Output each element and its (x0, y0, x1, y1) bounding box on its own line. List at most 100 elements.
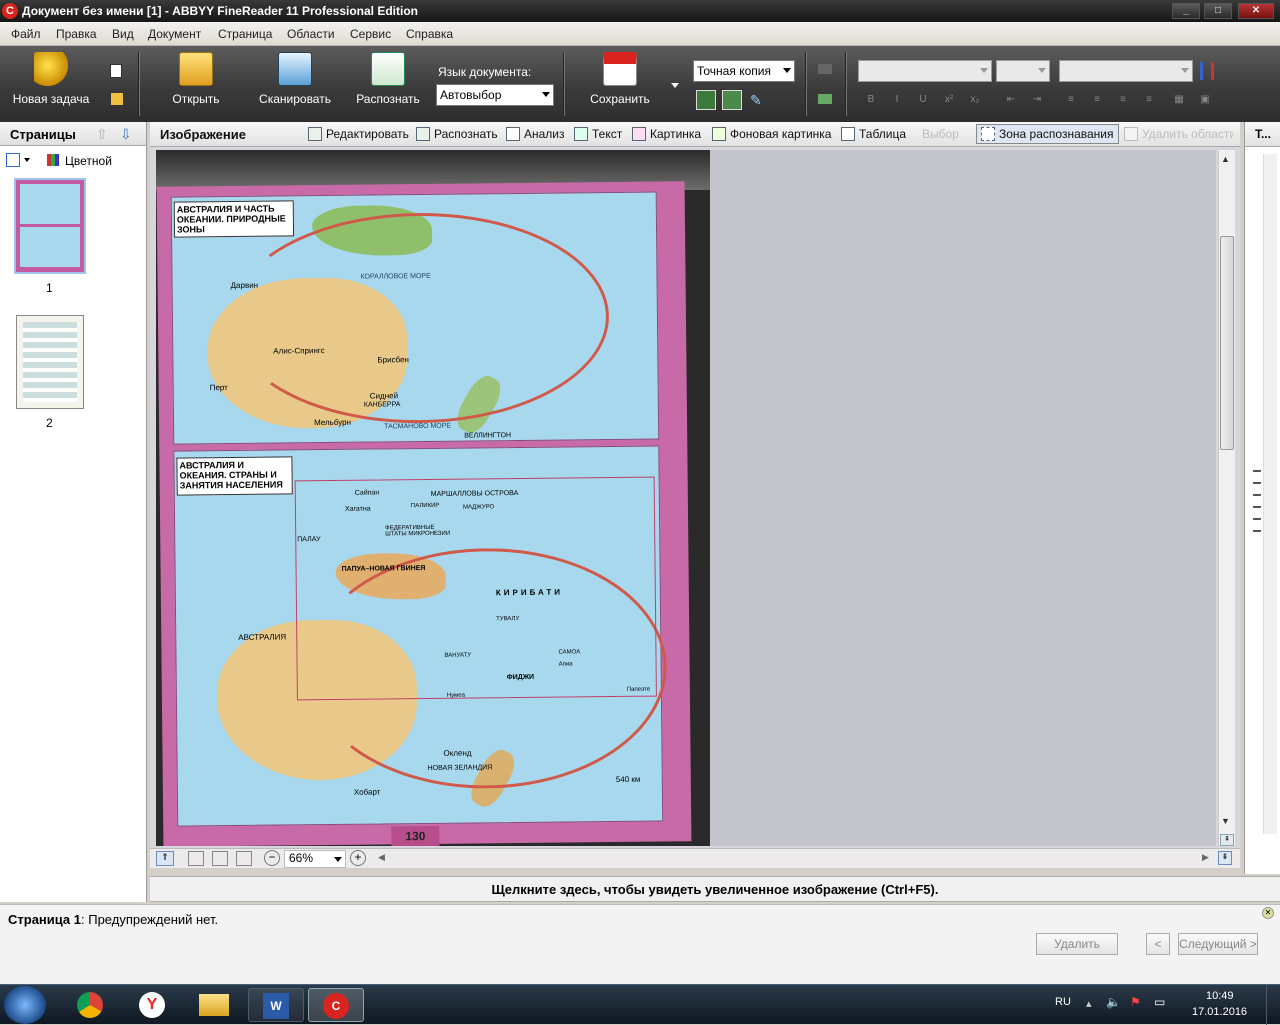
scroll-left-icon[interactable]: ◀ (378, 852, 385, 863)
arrow-up-icon[interactable]: ⇧ (96, 126, 108, 143)
menu-edit[interactable]: Правка (56, 27, 97, 41)
color-mode-label[interactable]: Цветной (65, 154, 112, 168)
zoom-in-icon[interactable]: + (350, 850, 366, 866)
flag-icon[interactable]: ⚑ (1130, 995, 1141, 1009)
align-left-icon[interactable]: ≡ (1064, 94, 1078, 106)
scroll-right-icon[interactable]: ▶ (1202, 852, 1209, 863)
wrench-icon[interactable]: ✎ (750, 92, 766, 108)
menu-tools[interactable]: Сервис (350, 27, 391, 41)
underline-icon[interactable]: U (916, 94, 930, 106)
menu-areas[interactable]: Области (287, 27, 335, 41)
font-select[interactable] (1059, 60, 1193, 82)
tool-select[interactable]: Выбор (922, 127, 959, 141)
yandex-taskbar-icon[interactable]: Y (124, 988, 180, 1022)
scroll-page-up-icon[interactable]: ⇞ (1220, 834, 1234, 846)
start-button-icon[interactable] (4, 986, 46, 1024)
tool-analyze[interactable]: Анализ (506, 127, 565, 141)
tool-background-picture[interactable]: Фоновая картинка (712, 127, 831, 141)
collapse-panel-icon[interactable]: ⇑ (156, 851, 174, 866)
tool-text[interactable]: Текст (574, 127, 622, 141)
italic-icon[interactable]: I (890, 94, 904, 106)
previous-warning-button[interactable]: < (1146, 933, 1170, 955)
align-center-icon[interactable]: ≡ (1090, 94, 1104, 106)
picture-icon[interactable]: ▣ (1198, 94, 1212, 106)
tool-recognition-zone[interactable]: Зона распознавания (976, 124, 1119, 144)
fit-page-icon[interactable] (188, 851, 204, 866)
magic-wand-icon (34, 52, 68, 86)
network-icon[interactable]: ▭ (1154, 995, 1165, 1009)
menu-page[interactable]: Страница (218, 27, 272, 41)
menu-document[interactable]: Документ (148, 27, 201, 41)
tool-table[interactable]: Таблица (841, 127, 906, 141)
text-panel-scrollbar[interactable] (1263, 154, 1277, 834)
scroll-up-icon[interactable]: ▲ (1221, 154, 1230, 164)
open-folder-small-icon[interactable] (110, 92, 124, 106)
redo-icon[interactable] (818, 94, 832, 104)
finereader-taskbar-icon[interactable]: C (308, 988, 364, 1022)
save-mode-select[interactable]: Точная копия (693, 60, 795, 82)
undo-icon[interactable] (818, 64, 832, 74)
tray-arrow-icon[interactable]: ▴ (1086, 997, 1092, 1010)
close-button[interactable]: ✕ (1238, 3, 1274, 19)
align-right-icon[interactable]: ≡ (1116, 94, 1130, 106)
scroll-thumb[interactable] (1220, 236, 1234, 450)
chevron-down-icon[interactable] (24, 158, 30, 162)
table-icon[interactable]: ▦ (1172, 94, 1186, 106)
volume-icon[interactable]: 🔈 (1106, 995, 1121, 1009)
new-task-button[interactable]: Новая задача (8, 52, 94, 106)
document-language-select[interactable]: Автовыбор (436, 84, 554, 106)
outdent-icon[interactable]: ⇥ (1030, 94, 1044, 106)
vertical-scrollbar[interactable]: ▲ ▼ ⇞ (1218, 150, 1235, 846)
scanner-icon (278, 52, 312, 86)
explorer-taskbar-icon[interactable] (186, 988, 242, 1022)
minimize-button[interactable]: _ (1172, 3, 1200, 19)
tool-picture[interactable]: Картинка (632, 127, 701, 141)
arrow-down-icon[interactable]: ⇩ (120, 126, 132, 143)
image-mode-icon[interactable] (696, 90, 716, 110)
scan-button[interactable]: Сканировать (252, 52, 338, 106)
scanned-map-image[interactable]: АВСТРАЛИЯ И ЧАСТЬ ОКЕАНИИ. ПРИРОДНЫЕ ЗОН… (156, 150, 710, 846)
menu-file[interactable]: Файл (11, 27, 41, 41)
menu-view[interactable]: Вид (112, 27, 134, 41)
language-indicator[interactable]: RU (1055, 996, 1071, 1008)
tool-edit[interactable]: Редактировать (308, 127, 409, 141)
zoom-out-icon[interactable]: − (264, 850, 280, 866)
subscript-icon[interactable]: x₂ (968, 94, 982, 106)
menu-help[interactable]: Справка (406, 27, 453, 41)
word-taskbar-icon[interactable]: W (248, 988, 304, 1022)
fit-width-icon[interactable] (212, 851, 228, 866)
justify-icon[interactable]: ≡ (1142, 94, 1156, 106)
close-panel-icon[interactable]: ✕ (1262, 907, 1274, 919)
zoom-hint-bar[interactable]: Щелкните здесь, чтобы увидеть увеличенно… (150, 876, 1280, 902)
recognize-button[interactable]: Распознать (350, 52, 426, 106)
tool-select-label: Выбор (922, 127, 959, 141)
page-thumbnail-2[interactable] (16, 315, 84, 409)
clock-time[interactable]: 10:49 (1206, 990, 1234, 1002)
zoom-select[interactable]: 66% (284, 850, 346, 868)
scroll-down-icon[interactable]: ▼ (1221, 816, 1230, 826)
open-button[interactable]: Открыть (160, 52, 232, 106)
maximize-button[interactable]: □ (1204, 3, 1232, 19)
chrome-taskbar-icon[interactable] (62, 988, 118, 1022)
fit-height-icon[interactable] (236, 851, 252, 866)
scroll-page-down-icon[interactable]: ⇟ (1218, 851, 1232, 865)
tool-recognize[interactable]: Распознать (416, 127, 498, 141)
save-dropdown-icon[interactable] (671, 83, 679, 88)
style-select[interactable] (858, 60, 992, 82)
bold-icon[interactable]: B (864, 94, 878, 106)
text-mode-icon[interactable] (722, 90, 742, 110)
indent-icon[interactable]: ⇤ (1004, 94, 1018, 106)
font-size-select[interactable] (996, 60, 1050, 82)
delete-warning-button[interactable]: Удалить (1036, 933, 1118, 955)
superscript-icon[interactable]: x² (942, 94, 956, 106)
page-view-icon[interactable] (6, 153, 20, 167)
page-thumbnail-1[interactable] (14, 178, 86, 274)
tool-delete-areas[interactable]: Удалить области (1124, 127, 1234, 141)
next-warning-button[interactable]: Следующий > (1178, 933, 1258, 955)
save-button[interactable]: Сохранить (584, 52, 656, 106)
clock-date[interactable]: 17.01.2016 (1192, 1006, 1247, 1018)
font-color-icon[interactable] (1200, 62, 1214, 80)
tool-recognize-label: Распознать (434, 127, 498, 141)
show-desktop-button[interactable] (1266, 985, 1280, 1025)
new-document-icon[interactable] (110, 64, 122, 78)
